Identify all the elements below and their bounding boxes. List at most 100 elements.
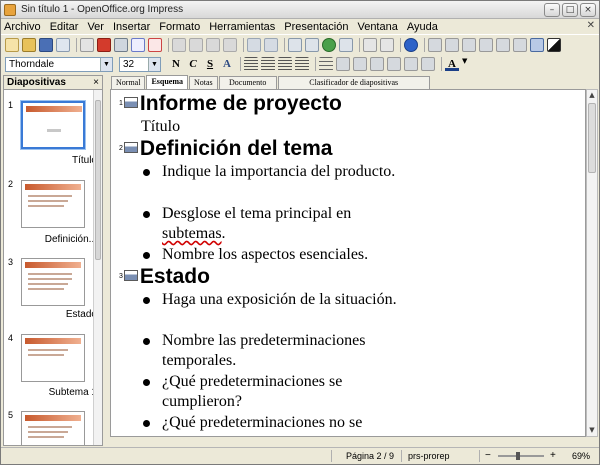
outline-bullet[interactable]: Indique la importancia del producto. [143, 162, 403, 182]
slide-preview[interactable] [21, 180, 85, 228]
move-up-outline-icon[interactable] [370, 57, 384, 71]
close-document-icon[interactable]: ✕ [587, 20, 595, 31]
undo-icon[interactable] [247, 37, 261, 52]
outline-bullet[interactable]: ¿Qué predeterminaciones se cumplieron? [143, 372, 403, 412]
align-left-icon[interactable] [244, 57, 258, 71]
font-size-select[interactable]: 32 ▼ [119, 56, 161, 72]
menu-presentacion[interactable]: Presentación [284, 21, 348, 33]
tab-documento[interactable]: Documento [218, 76, 277, 89]
promote-outline-icon[interactable] [336, 57, 350, 71]
zoom-level[interactable]: 69% [572, 451, 590, 461]
align-center-icon[interactable] [261, 57, 275, 71]
navigator-icon[interactable] [322, 37, 336, 52]
text-shadow-icon[interactable]: A [220, 57, 234, 71]
slide-preview[interactable] [21, 258, 85, 306]
outline-bullet[interactable]: Desglose el tema principal en subtemas. [143, 204, 403, 244]
editor-scrollbar[interactable]: ▲ ▼ [586, 89, 598, 437]
menu-ventana[interactable]: Ventana [357, 21, 397, 33]
menu-formato[interactable]: Formato [159, 21, 200, 33]
slide-preview[interactable] [21, 411, 85, 445]
underline-icon[interactable]: S [203, 57, 217, 71]
font-name-select[interactable]: Thorndale ▼ [5, 56, 113, 72]
demote-icon[interactable] [462, 37, 476, 52]
chart-icon[interactable] [305, 37, 319, 52]
editor-scroll-thumb[interactable] [588, 103, 596, 173]
font-color-icon[interactable]: A [445, 57, 459, 71]
print-icon[interactable] [114, 37, 128, 52]
menu-ayuda[interactable]: Ayuda [407, 21, 438, 33]
zoom-slider-knob[interactable] [516, 452, 520, 460]
outline-subtitle-1[interactable]: Título [141, 117, 180, 137]
tab-notas[interactable]: Notas [189, 76, 218, 89]
gallery-icon[interactable] [339, 37, 353, 52]
draw-functions-icon[interactable] [363, 37, 377, 52]
outline-bullet[interactable]: Haga una exposición de la situación. [143, 290, 403, 310]
scroll-up-icon[interactable]: ▲ [587, 90, 597, 101]
decrease-font-icon[interactable] [421, 57, 435, 71]
maximize-button[interactable]: □ [562, 3, 578, 17]
justify-icon[interactable] [295, 57, 309, 71]
chevron-down-icon[interactable]: ▼ [148, 57, 160, 71]
chevron-down-icon[interactable]: ▼ [100, 57, 112, 71]
slide-preview[interactable] [21, 334, 85, 382]
align-right-icon[interactable] [278, 57, 292, 71]
bullets-icon[interactable] [319, 57, 333, 71]
outline-editor[interactable]: 1 Informe de proyecto Título 2 Definición … [110, 89, 586, 437]
outline-bullet[interactable]: Nombre las predeterminaciones temporales… [143, 331, 403, 371]
pdf-icon[interactable] [97, 37, 111, 52]
tab-esquema[interactable]: Esquema [146, 75, 188, 89]
minimize-button[interactable]: – [544, 3, 560, 17]
slides-scroll-thumb[interactable] [95, 100, 101, 260]
move-down-outline-icon[interactable] [387, 57, 401, 71]
formatting-on-off-icon[interactable] [530, 37, 544, 52]
menu-ver[interactable]: Ver [87, 21, 104, 33]
cut-icon[interactable] [172, 37, 186, 52]
first-level-icon[interactable] [428, 37, 442, 52]
menu-herramientas[interactable]: Herramientas [209, 21, 275, 33]
promote-icon[interactable] [445, 37, 459, 52]
scroll-down-icon[interactable]: ▼ [587, 425, 597, 436]
outline-bullet[interactable]: Nombre los aspectos esenciales. [143, 245, 403, 265]
copy-icon[interactable] [189, 37, 203, 52]
move-up-icon[interactable] [479, 37, 493, 52]
zoom-slider[interactable] [498, 455, 544, 457]
slides-scrollbar[interactable] [93, 90, 102, 445]
close-window-button[interactable]: × [580, 3, 596, 17]
zoom-out-icon[interactable]: − [485, 450, 491, 461]
slide-preview[interactable] [21, 101, 85, 149]
outline-title-1[interactable]: 1 Informe de proyecto [119, 92, 342, 116]
tab-normal[interactable]: Normal [111, 76, 146, 89]
open-icon[interactable] [22, 37, 36, 52]
menu-archivo[interactable]: Archivo [4, 21, 41, 33]
help-icon[interactable] [404, 37, 418, 52]
outline-bullet[interactable]: ¿Qué predeterminaciones no se [143, 413, 403, 433]
dropdown-arrow-icon[interactable]: ▼ [462, 57, 470, 71]
bold-icon[interactable]: N [169, 57, 183, 71]
save-icon[interactable] [39, 37, 53, 52]
all-levels-icon[interactable] [513, 37, 527, 52]
autospell-icon[interactable] [148, 37, 162, 52]
black-white-icon[interactable] [547, 37, 561, 52]
zoom-in-icon[interactable]: + [550, 450, 556, 461]
outline-title-3[interactable]: 3 Estado [119, 265, 210, 289]
font-size-value: 32 [123, 58, 135, 70]
redo-icon[interactable] [264, 37, 278, 52]
increase-font-icon[interactable] [404, 57, 418, 71]
paste-icon[interactable] [206, 37, 220, 52]
zoom-icon[interactable] [380, 37, 394, 52]
close-panel-icon[interactable]: × [93, 76, 99, 89]
menu-editar[interactable]: Editar [50, 21, 79, 33]
menu-insertar[interactable]: Insertar [113, 21, 150, 33]
new-icon[interactable] [5, 37, 19, 52]
format-paintbrush-icon[interactable] [223, 37, 237, 52]
italic-icon[interactable]: C [186, 57, 200, 71]
table-icon[interactable] [288, 37, 302, 52]
email-icon[interactable] [56, 37, 70, 52]
tab-clasificador[interactable]: Clasificador de diapositivas [277, 76, 430, 89]
move-down-icon[interactable] [496, 37, 510, 52]
outline-title-2[interactable]: 2 Definición del tema [119, 137, 332, 161]
spellcheck-icon[interactable] [131, 37, 145, 52]
edit-file-icon[interactable] [80, 37, 94, 52]
misspelled-word[interactable]: subtemas [162, 225, 222, 242]
demote-outline-icon[interactable] [353, 57, 367, 71]
